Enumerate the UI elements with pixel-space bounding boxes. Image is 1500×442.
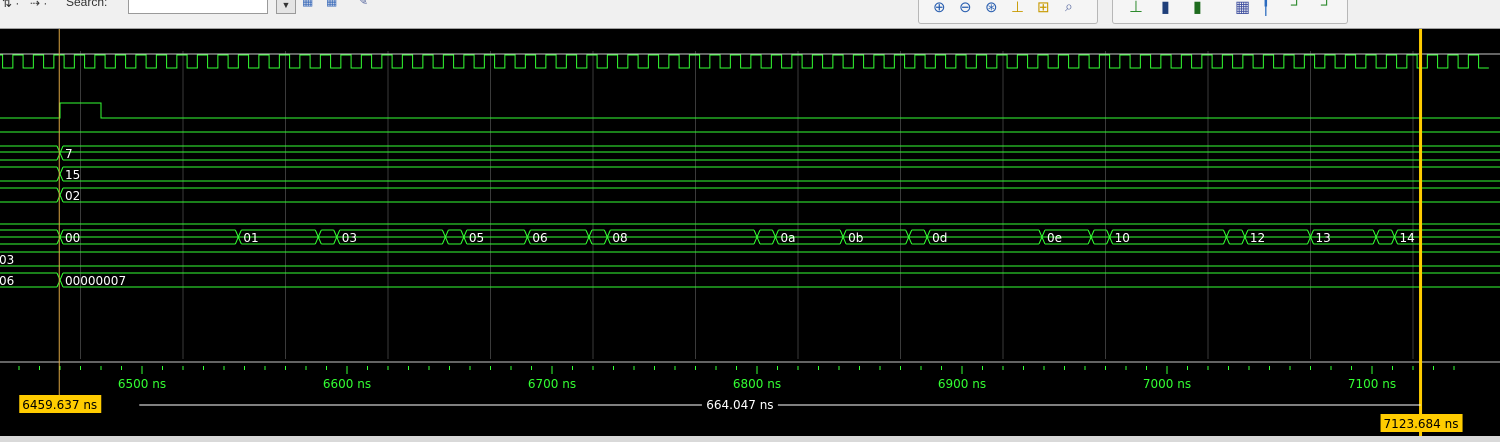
bus-value-label: 7 <box>65 147 73 161</box>
bus-value-label: 06 <box>532 231 547 245</box>
sort-icon[interactable]: ⇅ · <box>2 0 19 10</box>
bus-value-label: 00000007 <box>65 274 126 288</box>
right-marker-label: 7123.684 ns <box>1384 417 1459 431</box>
zoom-out-icon[interactable]: ⊖ <box>959 0 972 16</box>
zoom-cursor-icon[interactable]: ⊥ <box>1011 0 1024 16</box>
bus-value-label: 14 <box>1400 231 1415 245</box>
left-marker-label: 6459.637 ns <box>22 398 97 412</box>
waveform-background <box>0 29 1500 436</box>
cursor-toolbar-group: ⊥ ▮ ▮ ▦ ╿ ┘ ┘ <box>1112 0 1348 24</box>
bus-value-label: 02 <box>65 189 80 203</box>
bus-value-label: 00 <box>65 231 80 245</box>
cursor-next-edge-icon[interactable]: ┘ <box>1291 0 1302 15</box>
zoom-region-icon[interactable]: ⌕ <box>1065 0 1073 15</box>
ruler-label: 6500 ns <box>118 377 166 391</box>
bus-value-label: 0a <box>780 231 795 245</box>
lock-cursor-icon[interactable]: ▦ <box>1235 0 1250 17</box>
cursor-previous-icon[interactable]: ╿ <box>1261 0 1271 17</box>
zoom-full-icon[interactable]: ⊛ <box>985 0 998 16</box>
zoom-in-icon[interactable]: ⊕ <box>933 0 946 16</box>
delta-label: 664.047 ns <box>706 398 773 412</box>
waveform-toolbar: ⇅ · ⇢ · Search: ▼ ▦ ▦ ✎ ⊕ ⊖ ⊛ ⊥ ⊞ ⌕ ⊥ ▮ … <box>0 0 1500 29</box>
bus-value-label: 12 <box>1250 231 1265 245</box>
bus-value-label: 08 <box>612 231 627 245</box>
ruler-label: 6800 ns <box>733 377 781 391</box>
zoom-between-cursors-icon[interactable]: ⊞ <box>1037 0 1050 16</box>
search-label: Search: <box>66 0 108 9</box>
search-input[interactable] <box>128 0 268 14</box>
bus-value-label: 10 <box>1115 231 1130 245</box>
search-dropdown-button[interactable]: ▼ <box>276 0 296 14</box>
bus-value-label: 0e <box>1047 231 1062 245</box>
horizontal-scrollbar[interactable] <box>0 436 1500 442</box>
bus-value-label: 05 <box>469 231 484 245</box>
bus-value-label: 0b <box>848 231 863 245</box>
bus-value-label: 06 <box>0 274 14 288</box>
cursor-last-icon[interactable]: ┘ <box>1321 0 1332 15</box>
search-options-icon[interactable]: ✎ <box>358 0 368 8</box>
waveform-canvas[interactable]: 7 15 02 00 01 03 05 06 08 0a 0b 0d 0e 10 12 13 14 03 00000… <box>0 29 1500 436</box>
bus-value-label: 03 <box>0 253 14 267</box>
ruler-label: 6700 ns <box>528 377 576 391</box>
find-next-icon[interactable]: ⇢ · <box>30 0 47 10</box>
bus-value-label: 01 <box>243 231 258 245</box>
delete-cursor-icon[interactable]: ▮ <box>1193 0 1202 17</box>
search-backward-icon[interactable]: ▦ <box>326 0 337 8</box>
bus-value-label: 13 <box>1316 231 1331 245</box>
zoom-toolbar-group: ⊕ ⊖ ⊛ ⊥ ⊞ ⌕ <box>918 0 1098 24</box>
ruler-label: 7100 ns <box>1348 377 1396 391</box>
ruler-label: 7000 ns <box>1143 377 1191 391</box>
bus-value-label: 0d <box>932 231 947 245</box>
bus-value-label: 03 <box>342 231 357 245</box>
ruler-label: 6900 ns <box>938 377 986 391</box>
edit-cursor-icon[interactable]: ▮ <box>1161 0 1170 17</box>
search-forward-icon[interactable]: ▦ <box>302 0 313 8</box>
insert-cursor-icon[interactable]: ⊥ <box>1129 0 1143 17</box>
ruler-label: 6600 ns <box>323 377 371 391</box>
bus-value-label: 15 <box>65 168 80 182</box>
